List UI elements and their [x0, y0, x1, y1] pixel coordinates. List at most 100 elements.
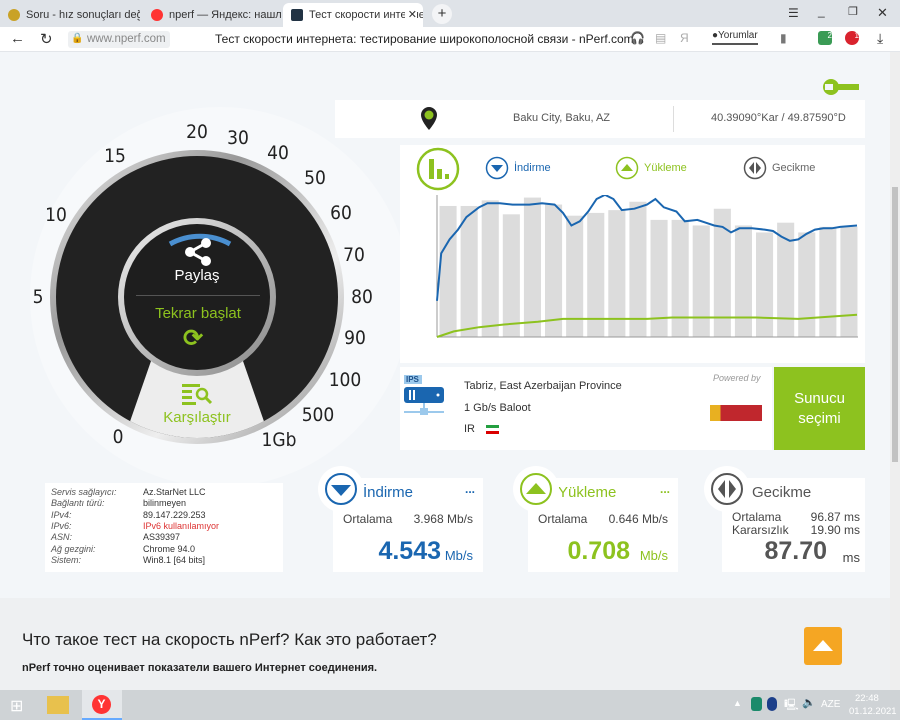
chart-bar	[692, 225, 710, 337]
ping-jitter: 19.90 ms	[810, 523, 860, 537]
powered-by-label: Powered by	[713, 373, 761, 383]
extension-shield-icon[interactable]: 2	[818, 31, 832, 45]
scrollbar[interactable]	[890, 52, 900, 690]
clock-time[interactable]: 22:48	[855, 693, 879, 704]
chart-bar	[734, 225, 752, 337]
gauge-label: 50	[304, 167, 326, 189]
upload-more-button[interactable]: ...	[660, 482, 670, 496]
tab-bar: Soru - hız sonuçları değerle nperf — Янд…	[0, 0, 900, 27]
select-server-label: Sunucu seçimi	[794, 390, 845, 427]
ping-title: Gecikme	[752, 484, 812, 501]
scroll-top-button[interactable]	[804, 627, 842, 665]
gauge-label: 70	[343, 244, 365, 266]
headphones-icon[interactable]: 🎧	[630, 31, 645, 45]
gauge-label: 40	[267, 142, 289, 164]
bluetooth-icon[interactable]	[767, 697, 777, 711]
chart-bar	[523, 197, 541, 337]
translate-icon[interactable]: Я	[680, 31, 689, 45]
tab-nperf[interactable]: Тест скорости интернета ✕	[283, 3, 423, 27]
iran-flag-icon	[486, 425, 499, 434]
gauge-label: 1Gb	[261, 429, 297, 451]
upload-arrow-icon	[615, 156, 639, 180]
legend-upload[interactable]: Yükleme	[615, 156, 687, 180]
ping-avg: 96.87 ms	[810, 510, 860, 524]
page-content: Baku City, Baku, AZ 40.39090°Kar / 49.87…	[0, 52, 890, 690]
url-field[interactable]: 🔒 www.nperf.com	[68, 31, 170, 48]
chart-bar	[481, 200, 499, 337]
restore-button[interactable]: ❐	[848, 5, 858, 18]
gauge-label: 60	[330, 202, 352, 224]
download-icon[interactable]: ⤓	[877, 30, 883, 47]
location-bar: Baku City, Baku, AZ 40.39090°Kar / 49.87…	[335, 100, 865, 138]
compare-label: Karşılaştır	[163, 409, 231, 426]
close-tab-icon[interactable]: ✕	[404, 3, 417, 27]
server-panel: IPS Tabriz, East Azerbaijan Province 1 G…	[400, 367, 772, 450]
download-more-button[interactable]: ...	[465, 482, 475, 496]
info-key: IPv4:	[51, 510, 72, 520]
chart-toggle-icon[interactable]	[416, 147, 460, 191]
gauge-label: 500	[301, 404, 335, 426]
close-window-button[interactable]: ✕	[877, 5, 888, 21]
comments-button[interactable]: ●Yorumlar	[712, 30, 758, 45]
compare-icon	[182, 384, 213, 405]
ping-badge	[704, 466, 750, 512]
upload-arrow-icon	[520, 473, 552, 505]
select-server-button[interactable]: Sunucu seçimi	[774, 367, 865, 450]
comments-label: Yorumlar	[718, 30, 758, 41]
location-pin-icon	[421, 107, 437, 130]
tab-label: Soru - hız sonuçları değerle	[26, 9, 140, 21]
tray-expand-icon[interactable]: ▲	[733, 698, 742, 708]
server-isp: 1 Gb/s Baloot	[464, 402, 531, 414]
share-icon[interactable]	[182, 236, 214, 268]
location-coords: 40.39090°Kar / 49.87590°D	[711, 112, 846, 124]
menu-icon[interactable]: ☰	[788, 6, 799, 20]
language-indicator[interactable]: AZE	[821, 699, 840, 710]
network-icon[interactable]: 🖳	[784, 696, 799, 715]
gauge-label: 5	[32, 286, 44, 308]
upload-avg: 0.646 Mb/s	[608, 512, 668, 526]
chart-bar	[460, 205, 478, 337]
site-icon	[8, 9, 20, 21]
faq-heading: Что такое тест на скорость nPerf? Как эт…	[22, 630, 437, 649]
tab-yandex[interactable]: nperf — Яндекс: нашлось	[143, 3, 281, 27]
legend-label: Gecikme	[772, 162, 816, 174]
windows-start-icon[interactable]: ⊞	[10, 696, 23, 716]
settings-wrench-icon[interactable]	[822, 76, 860, 98]
back-icon[interactable]: ←	[10, 30, 25, 47]
new-tab-button[interactable]: +	[432, 4, 452, 24]
volume-icon[interactable]: 🔈	[802, 696, 816, 709]
restart-button[interactable]: Tekrar başlat	[137, 305, 259, 322]
download-value: 4.543	[378, 537, 441, 565]
chart-bar	[798, 232, 816, 337]
share-button[interactable]: Paylaş	[147, 267, 247, 284]
bookmark-icon[interactable]: ▮	[780, 31, 787, 45]
legend-label: Yükleme	[644, 162, 687, 174]
reader-icon[interactable]: ▤	[655, 31, 666, 45]
refresh-icon[interactable]: ⟳	[183, 324, 203, 353]
file-explorer-icon[interactable]	[47, 696, 69, 714]
extension-adblock-icon[interactable]: 1	[845, 31, 859, 45]
legend-download[interactable]: İndirme	[485, 156, 551, 180]
ping-value: 87.70	[764, 537, 827, 565]
reload-icon[interactable]: ↻	[40, 30, 53, 48]
security-icon[interactable]	[751, 697, 762, 711]
chart-bar	[671, 219, 689, 337]
info-value: bilinmeyen	[143, 498, 187, 508]
clock-date[interactable]: 01.12.2021	[849, 706, 897, 717]
scrollbar-thumb[interactable]	[892, 187, 898, 462]
ips-badge: IPS	[406, 375, 419, 384]
tab-soru[interactable]: Soru - hız sonuçları değerle	[0, 3, 140, 27]
faq-text: nPerf точно оценивает показатели вашего …	[22, 662, 378, 674]
url-text: www.nperf.com	[87, 33, 166, 45]
info-value: AS39397	[143, 532, 181, 542]
minimize-button[interactable]: _	[818, 4, 825, 18]
chart-bar	[439, 205, 457, 337]
upload-title: Yükleme	[558, 484, 617, 501]
info-key: Bağlantı türü:	[51, 498, 105, 508]
avg-label: Ortalama	[343, 512, 393, 526]
connection-info: Servis sağlayıcı: Az.StarNet LLC Bağlantı …	[45, 483, 283, 572]
avg-label: Ortalama	[538, 512, 588, 526]
yandex-browser-taskbar[interactable]: Y	[82, 690, 122, 720]
upload-unit: Mb/s	[639, 548, 668, 563]
legend-ping[interactable]: Gecikme	[743, 156, 815, 180]
